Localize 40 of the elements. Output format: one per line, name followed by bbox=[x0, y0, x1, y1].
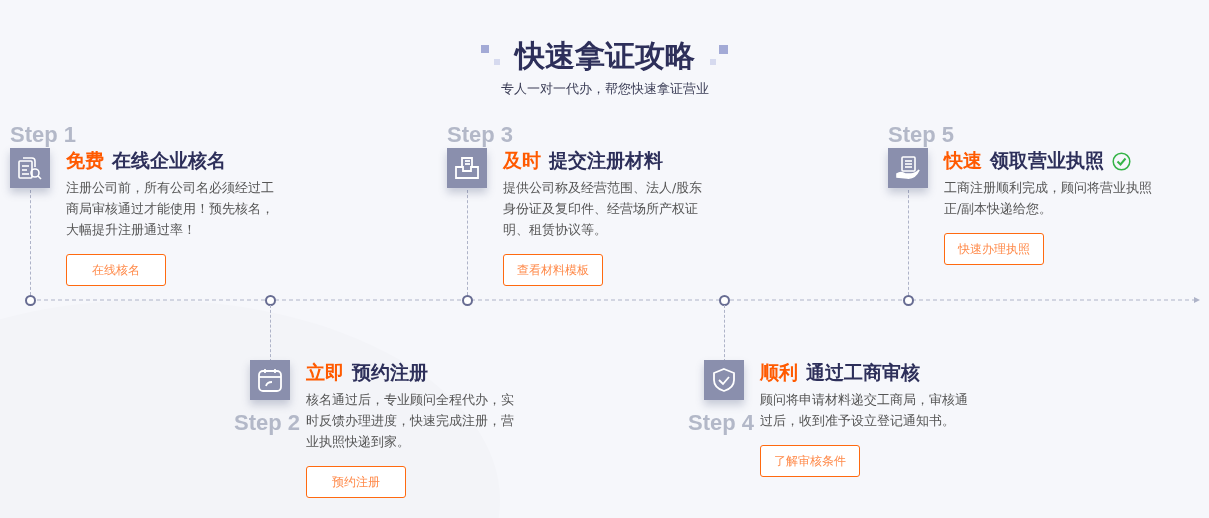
page-subtitle: 专人一对一代办，帮您快速拿证营业 bbox=[500, 80, 709, 98]
shield-check-icon bbox=[711, 367, 737, 393]
step-highlight: 快速 bbox=[944, 148, 982, 173]
timeline-dot bbox=[903, 295, 914, 306]
step-action-button[interactable]: 预约注册 bbox=[306, 466, 406, 498]
inbox-tray-icon bbox=[454, 155, 480, 181]
timeline-dot bbox=[265, 295, 276, 306]
page-title: 快速拿证攻略 bbox=[514, 37, 695, 75]
step-description: 注册公司前，所有公司名必须经过工商局审核通过才能使用！预先核名，大幅提升注册通过率！ bbox=[66, 179, 275, 239]
step-action-button[interactable]: 快速办理执照 bbox=[944, 233, 1044, 265]
square-dots-icon bbox=[708, 45, 729, 67]
step-action-button[interactable]: 了解审核条件 bbox=[760, 445, 860, 477]
square-dots-icon bbox=[480, 45, 501, 67]
step-description: 核名通过后，专业顾问全程代办，实时反馈办理进度，快速完成注册，营业执照快递到家。 bbox=[306, 391, 515, 451]
step-highlight: 及时 bbox=[503, 148, 541, 173]
step-highlight: 顺利 bbox=[760, 360, 798, 385]
step-action-button[interactable]: 查看材料模板 bbox=[503, 254, 603, 286]
step-label: Step 1 bbox=[10, 122, 77, 148]
step-label: Step 4 bbox=[688, 410, 755, 436]
step-title: 领取营业执照 bbox=[990, 148, 1104, 173]
step-title: 预约注册 bbox=[352, 360, 428, 385]
step-title: 提交注册材料 bbox=[549, 148, 663, 173]
step-description: 工商注册顺利完成，顾问将营业执照正/副本快递给您。 bbox=[944, 179, 1153, 218]
step-description: 顾问将申请材料递交工商局，审核通过后，收到准予设立登记通知书。 bbox=[760, 391, 969, 430]
hand-document-icon bbox=[895, 155, 921, 181]
step-highlight: 立即 bbox=[306, 360, 344, 385]
calendar-icon bbox=[257, 367, 283, 393]
step-label: Step 2 bbox=[234, 410, 301, 436]
step-highlight: 免费 bbox=[66, 148, 104, 173]
step-action-button[interactable]: 在线核名 bbox=[66, 254, 166, 286]
timeline-dot bbox=[462, 295, 473, 306]
step-title: 在线企业核名 bbox=[112, 148, 226, 173]
timeline-dot bbox=[719, 295, 730, 306]
timeline-dot bbox=[25, 295, 36, 306]
step-label: Step 3 bbox=[447, 122, 514, 148]
step-label: Step 5 bbox=[888, 122, 955, 148]
check-circle-icon bbox=[1112, 151, 1131, 171]
document-search-icon bbox=[17, 155, 43, 181]
step-title: 通过工商审核 bbox=[806, 360, 920, 385]
step-description: 提供公司称及经营范围、法人/股东身份证及复印件、经营场所产权证明、租赁协议等。 bbox=[503, 179, 704, 239]
